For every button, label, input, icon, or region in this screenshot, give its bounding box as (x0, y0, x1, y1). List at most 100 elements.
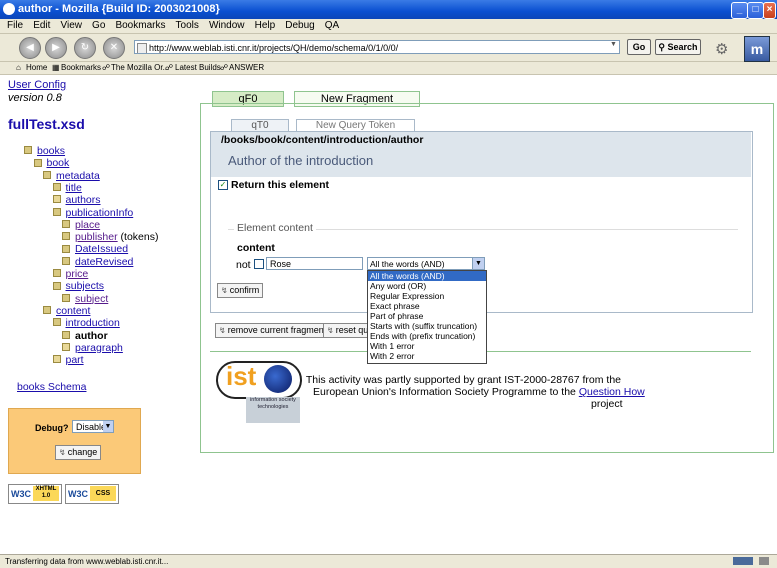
menu-go[interactable]: Go (92, 19, 105, 33)
tree-node-subjects[interactable]: subjects (52, 280, 104, 292)
tree-node-paragraph[interactable]: paragraph (62, 342, 123, 354)
menu-qa[interactable]: QA (325, 19, 339, 33)
version-label: version 0.8 (8, 92, 62, 104)
bookmark-latest-builds[interactable]: Latest Builds (175, 63, 221, 72)
footer-line-2: European Union's Information Society Pro… (313, 386, 645, 398)
tree-node-price[interactable]: price (52, 268, 88, 280)
collapse-icon[interactable] (43, 306, 51, 315)
tree-node-publicationinfo[interactable]: publicationInfo (52, 207, 133, 219)
question-how-link[interactable]: Question How (579, 386, 645, 398)
bookmark-mozilla[interactable]: The Mozilla Or... (111, 63, 169, 72)
collapse-icon[interactable] (52, 207, 61, 216)
tree-node-author[interactable]: author (62, 330, 108, 342)
tree-node-part[interactable]: part (52, 354, 84, 366)
tree-node-label: DateIssued (75, 243, 129, 256)
tree-node-metadata[interactable]: metadata (43, 170, 100, 182)
menu-bookmarks[interactable]: Bookmarks (115, 19, 165, 33)
tree-node-publisher[interactable]: publisher (tokens) (62, 231, 158, 243)
debug-select[interactable]: Disable ▼ (72, 420, 114, 433)
remove-fragment-button[interactable]: ↯ remove current fragment (215, 323, 331, 338)
tree-node-subject[interactable]: subject (62, 293, 108, 305)
footer-line-3: project (591, 398, 623, 410)
menu-tools[interactable]: Tools (176, 19, 199, 33)
tree-node-books[interactable]: books (24, 145, 65, 157)
expand-icon[interactable] (52, 195, 61, 204)
leaf-icon (52, 183, 61, 192)
menu-view[interactable]: View (60, 19, 82, 33)
mozilla-app-icon (3, 3, 15, 15)
reset-query-button[interactable]: ↯ reset que (323, 323, 370, 338)
tree-node-place[interactable]: place (62, 219, 100, 231)
match-mode-option[interactable]: With 1 error (368, 341, 486, 351)
minimize-button[interactable]: _ (731, 2, 748, 19)
forward-icon[interactable]: ▶ (45, 37, 67, 59)
match-mode-option[interactable]: Ends with (prefix truncation) (368, 331, 486, 341)
tree-node-content[interactable]: content (43, 305, 90, 317)
bookmark-bookmarks[interactable]: Bookmarks (61, 63, 101, 72)
match-mode-option[interactable]: Any word (OR) (368, 281, 486, 291)
url-dropdown-icon[interactable]: ▼ (610, 41, 619, 53)
tree-node-label: books (37, 145, 66, 157)
reload-icon[interactable]: ↻ (74, 37, 96, 59)
collapse-icon[interactable] (24, 146, 32, 155)
home-icon[interactable]: ⌂ (16, 63, 21, 72)
change-button[interactable]: ↯ change (55, 445, 102, 460)
close-button[interactable]: × (763, 2, 776, 19)
w3c-xhtml-badge[interactable]: W3C XHTML 1.0 (8, 484, 62, 504)
collapse-icon[interactable] (52, 318, 61, 327)
match-mode-select[interactable]: All the words (AND) ▼ (367, 257, 485, 270)
tree-node-label: content (56, 304, 91, 317)
menu-window[interactable]: Window (209, 19, 245, 33)
collapse-icon[interactable] (43, 170, 51, 179)
w3c-css-badge[interactable]: W3C CSS (65, 484, 119, 504)
tree-node-label: paragraph (75, 341, 123, 354)
tree-node-dateissued[interactable]: DateIssued (62, 243, 128, 255)
chevron-down-icon: ▼ (472, 258, 484, 269)
ist-globe-icon (264, 365, 292, 393)
return-element-checkbox[interactable]: ✓ (218, 180, 228, 190)
back-icon[interactable]: ◀ (19, 37, 41, 59)
expand-icon[interactable] (52, 355, 61, 364)
tree-node-title[interactable]: title (52, 182, 82, 194)
throbber-icon[interactable]: m (744, 36, 770, 62)
ist-logo: ist information society technologies (216, 357, 302, 423)
menu-edit[interactable]: Edit (33, 19, 50, 33)
not-checkbox[interactable] (254, 259, 264, 269)
menu-debug[interactable]: Debug (285, 19, 314, 33)
window-title-bar: author - Mozilla {Build ID: 2003021008} … (0, 0, 777, 19)
confirm-button[interactable]: ↯ confirm (217, 283, 264, 298)
maximize-button[interactable]: □ (747, 2, 764, 19)
match-mode-option[interactable]: Part of phrase (368, 311, 486, 321)
stop-icon[interactable]: ✕ (103, 37, 125, 59)
collapse-icon[interactable] (33, 158, 42, 167)
tree-node-book[interactable]: book (33, 157, 69, 169)
expand-icon[interactable] (62, 343, 70, 352)
user-config-link[interactable]: User Config (8, 79, 66, 91)
url-input[interactable]: http://www.weblab.isti.cnr.it/projects/Q… (134, 40, 620, 54)
match-mode-option[interactable]: Regular Expression (368, 291, 486, 301)
collapse-icon[interactable] (52, 281, 61, 290)
bookmark-home[interactable]: Home (26, 63, 47, 72)
tree-node-introduction[interactable]: introduction (52, 317, 120, 329)
match-mode-option[interactable]: Exact phrase (368, 301, 486, 311)
go-button[interactable]: Go (627, 39, 651, 55)
menu-help[interactable]: Help (255, 19, 276, 33)
books-schema-link[interactable]: books Schema (17, 381, 86, 393)
match-mode-value: All the words (AND) (370, 259, 445, 269)
tree-node-authors[interactable]: authors (52, 194, 101, 206)
reset-query-label: reset que (335, 325, 370, 335)
debug-select-value: Disable (76, 422, 107, 432)
arrow-icon: ↯ (221, 286, 228, 295)
change-label: change (67, 447, 98, 457)
print-icon[interactable]: ⚙ (715, 40, 735, 58)
match-mode-option[interactable]: With 2 error (368, 351, 486, 361)
content-text-input[interactable]: Rose (266, 257, 363, 270)
match-mode-options-list: All the words (AND) Any word (OR) Regular … (367, 270, 487, 364)
bookmark-answer[interactable]: ANSWER (229, 63, 264, 72)
menu-file[interactable]: File (7, 19, 23, 33)
match-mode-option[interactable]: Starts with (suffix truncation) (368, 321, 486, 331)
match-mode-option[interactable]: All the words (AND) (368, 271, 486, 281)
tree-node-daterevised[interactable]: dateRevised (62, 256, 133, 268)
search-button[interactable]: ⚲ Search (655, 39, 701, 55)
chevron-down-icon: ▼ (103, 421, 113, 432)
